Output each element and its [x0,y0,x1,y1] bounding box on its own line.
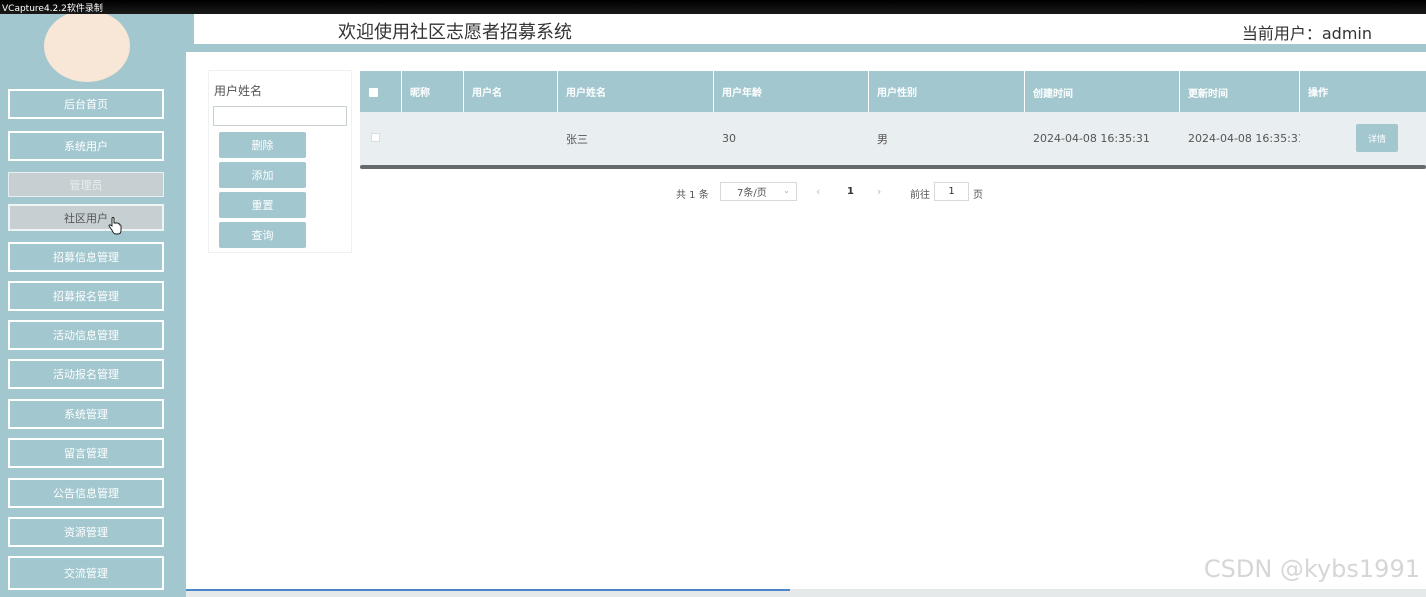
data-table: 昵称 用户名 用户姓名 用户年龄 用户性别 创建时间 更新时间 操作 张三 30… [360,71,1426,169]
cell-created-time: 2024-04-08 16:35:31 [1033,132,1150,145]
current-user-label: 当前用户：admin [1241,24,1372,43]
sidebar-item-messages[interactable]: 留言管理 [8,438,164,468]
sidebar-item-label: 活动报名管理 [53,368,119,381]
search-field-label: 用户姓名 [214,84,263,98]
sidebar-item-resources[interactable]: 资源管理 [8,517,164,547]
sidebar-item-label: 后台首页 [64,98,108,111]
goto-unit-label: 页 [973,190,983,201]
recording-progress [186,589,790,591]
current-page-number[interactable]: 1 [847,186,854,197]
cell-updated-time: 2024-04-08 16:35:31 [1188,132,1300,145]
recording-bar: VCapture4.2.2软件录制 [0,0,1426,14]
search-panel: 用户姓名 删除 添加 重置 查询 [208,70,352,253]
avatar[interactable] [44,10,130,82]
sidebar-item-label: 社区用户 [64,211,108,225]
column-header-created[interactable]: 创建时间 [1025,71,1180,112]
next-page-icon[interactable]: › [877,185,881,198]
page-size-select[interactable]: 7条/页 ⌄ [720,182,797,201]
name-search-input[interactable] [213,106,347,126]
sidebar-item-community-users[interactable]: 社区用户 [8,204,164,231]
sidebar-item-activity-signup[interactable]: 活动报名管理 [8,359,164,389]
column-header-real-name: 用户姓名 [558,71,714,112]
sidebar-item-label: 交流管理 [64,567,108,580]
sidebar-item-recruit-signup[interactable]: 招募报名管理 [8,281,164,311]
sidebar-item-system-manage[interactable]: 系统管理 [8,399,164,429]
detail-button[interactable]: 详情 [1356,124,1398,152]
page-title: 欢迎使用社区志愿者招募系统 [338,22,572,43]
select-all-cell [360,71,402,112]
sidebar-item-label: 公告信息管理 [53,487,119,500]
column-header-gender: 用户性别 [869,71,1025,112]
sidebar-item-label: 系统用户 [64,140,108,153]
bottom-scrollbar[interactable] [186,589,1426,597]
reset-button[interactable]: 重置 [219,192,306,218]
cell-age: 30 [722,132,736,145]
sidebar-item-label: 资源管理 [64,526,108,539]
column-header-nickname: 昵称 [402,71,464,112]
cell-username [464,112,558,165]
row-checkbox[interactable] [371,133,380,142]
sidebar-item-label: 留言管理 [64,447,108,460]
sidebar-item-activity-info[interactable]: 活动信息管理 [8,320,164,350]
sidebar-item-home[interactable]: 后台首页 [8,89,164,119]
sidebar: 后台首页 系统用户 管理员 社区用户 招募信息管理 招募报名管理 活动信息管理 … [0,0,186,597]
column-header-age: 用户年龄 [714,71,869,112]
horizontal-scrollbar[interactable] [360,165,1426,169]
add-button[interactable]: 添加 [219,162,306,188]
chevron-down-icon: ⌄ [783,186,790,195]
cell-real-name: 张三 [566,132,588,146]
page-size-value: 7条/页 [737,188,767,199]
goto-page-input[interactable] [934,182,969,201]
query-button[interactable]: 查询 [219,222,306,248]
table-row: 张三 30 男 2024-04-08 16:35:31 2024-04-08 1… [360,112,1426,165]
sidebar-item-label: 招募报名管理 [53,290,119,303]
sidebar-item-label: 活动信息管理 [53,329,119,342]
cell-nickname [402,112,464,165]
column-header-updated[interactable]: 更新时间 [1180,71,1300,112]
pagination-total: 共 1 条 [676,190,709,201]
sidebar-item-system-users[interactable]: 系统用户 [8,131,164,161]
select-all-checkbox[interactable] [369,88,378,97]
column-header-username: 用户名 [464,71,558,112]
sidebar-item-admin[interactable]: 管理员 [8,172,164,197]
cell-gender: 男 [877,132,888,146]
watermark: CSDN @kybs1991 [1203,555,1420,583]
column-header-actions: 操作 [1308,88,1328,99]
sidebar-item-label: 管理员 [69,178,103,192]
delete-button[interactable]: 删除 [219,132,306,158]
table-header: 昵称 用户名 用户姓名 用户年龄 用户性别 创建时间 更新时间 操作 [360,71,1426,112]
prev-page-icon[interactable]: ‹ [816,185,820,198]
sidebar-item-label: 招募信息管理 [53,251,119,264]
sidebar-item-label: 系统管理 [64,408,108,421]
sidebar-item-announcements[interactable]: 公告信息管理 [8,478,164,508]
sidebar-item-exchange[interactable]: 交流管理 [8,556,164,590]
goto-label: 前往 [910,190,930,201]
sidebar-item-recruit-info[interactable]: 招募信息管理 [8,242,164,272]
recorder-label: VCapture4.2.2软件录制 [2,4,103,14]
hand-cursor-icon [108,217,122,235]
